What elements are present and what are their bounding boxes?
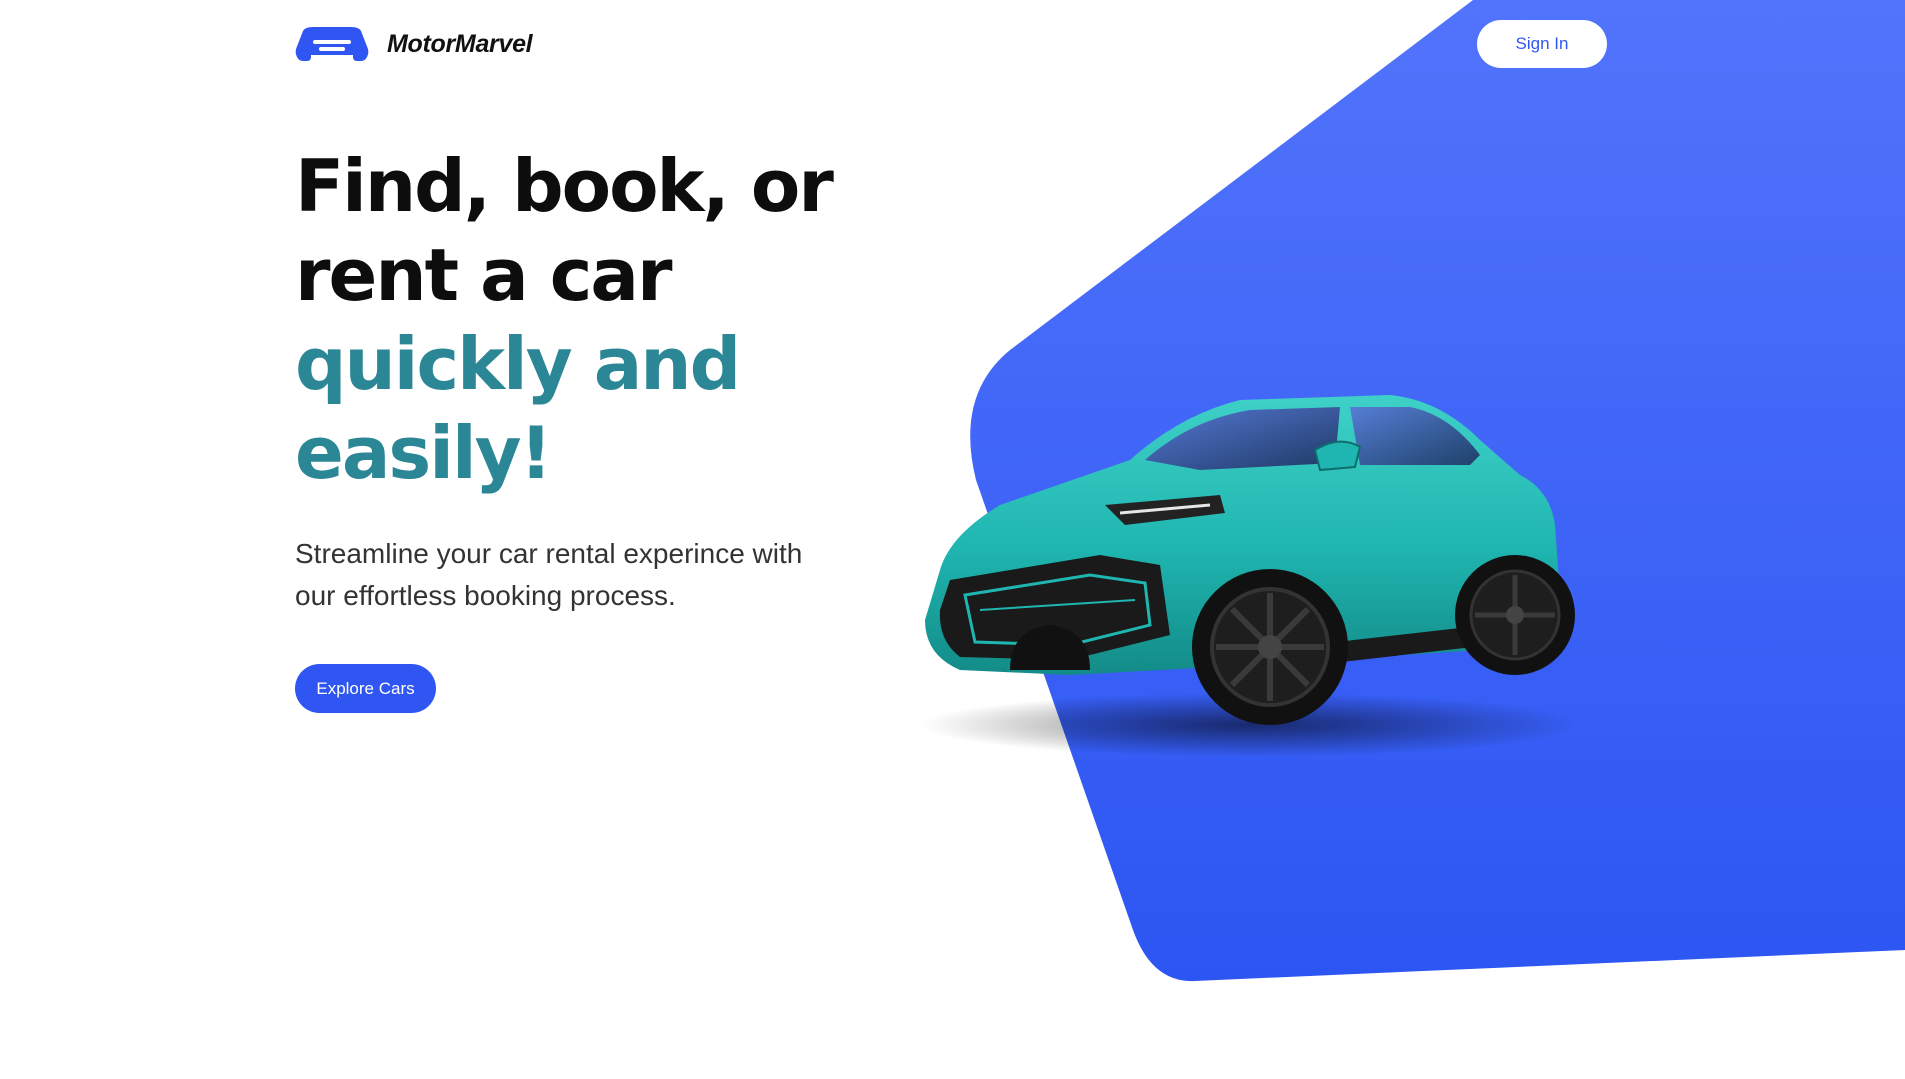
landing-page: MotorMarvel Sign In Find, book, or rent … (0, 0, 1905, 1079)
teal-suv-car-image (920, 395, 1580, 757)
explore-cars-button[interactable]: Explore Cars (295, 664, 436, 713)
hero-headline: Find, book, or rent a car quickly and ea… (295, 142, 834, 498)
headline-line-3: quickly and (295, 322, 741, 406)
hero-subtitle: Streamline your car rental experince wit… (295, 538, 803, 611)
car-front-icon (295, 27, 369, 61)
brand-name: MotorMarvel (387, 29, 533, 58)
brand-logo[interactable]: MotorMarvel (295, 26, 533, 62)
headline-line-2: rent a car (295, 233, 673, 317)
sign-in-button[interactable]: Sign In (1477, 20, 1607, 68)
headline-line-4: easily! (295, 411, 552, 495)
headline-line-1: Find, book, or (295, 144, 834, 228)
